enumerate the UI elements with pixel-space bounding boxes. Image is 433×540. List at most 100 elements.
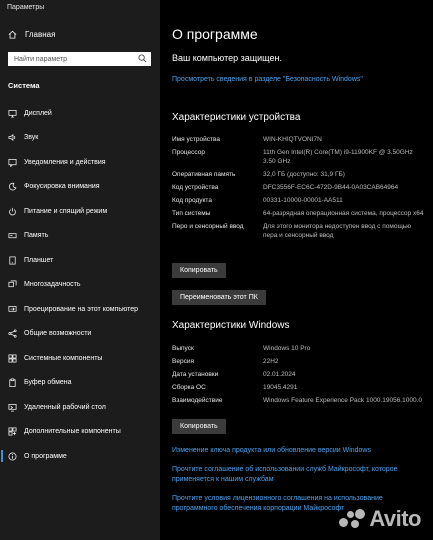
copy-device-specs-button[interactable]: Копировать xyxy=(172,263,226,278)
spec-key: Дата установки xyxy=(172,371,219,378)
sidebar-item-optional-features[interactable]: Дополнительные компоненты xyxy=(0,420,160,445)
sidebar-item-label: О программе xyxy=(24,452,67,460)
projecting-icon xyxy=(0,305,24,314)
home-label: Главная xyxy=(25,30,56,39)
spec-value: 22H2 xyxy=(263,358,279,365)
protection-status: Ваш компьютер защищен. xyxy=(172,53,282,63)
sidebar-item-label: Память xyxy=(24,232,49,240)
sidebar-item-sound[interactable]: Звук xyxy=(0,126,160,151)
device-specs-heading: Характеристики устройства xyxy=(172,112,301,123)
spec-row: Сборка ОС 19045.4291 xyxy=(172,383,427,392)
sidebar-item-system-components[interactable]: Системные компоненты xyxy=(0,346,160,371)
spec-value: Для этого монитора недоступен ввод с пом… xyxy=(263,223,412,239)
spec-value: 11th Gen Intel(R) Core(TM) i9-11900KF @ … xyxy=(263,149,413,165)
sidebar-item-remote-desktop[interactable]: Удаленный рабочий стол xyxy=(0,395,160,420)
sidebar-item-storage[interactable]: Память xyxy=(0,224,160,249)
spec-key: Имя устройства xyxy=(172,136,220,143)
device-specs-table: Имя устройства WIN-KHIQTVONI7N Процессор 11… xyxy=(172,135,427,244)
sidebar-item-label: Проецирование на этот компьютер xyxy=(24,305,138,313)
related-link[interactable]: Прочтите соглашение об использовании слу… xyxy=(172,465,422,485)
related-link[interactable]: Изменение ключа продукта или обновление … xyxy=(172,446,422,456)
spec-key: Перо и сенсорный ввод xyxy=(172,223,244,230)
sidebar-item-label: Многозадачность xyxy=(24,281,81,289)
spec-value: 00331-10000-00001-AA511 xyxy=(263,197,343,204)
sidebar-item-label: Уведомления и действия xyxy=(24,158,106,166)
spec-key: Оперативная память xyxy=(172,171,236,178)
sidebar-item-label: Дополнительные компоненты xyxy=(24,428,121,436)
spec-value: 19045.4291 xyxy=(263,384,298,391)
sidebar-item-label: Удаленный рабочий стол xyxy=(24,403,106,411)
spec-value: WIN-KHIQTVONI7N xyxy=(263,136,322,143)
sidebar-item-power[interactable]: Питание и спящий режим xyxy=(0,199,160,224)
spec-row: Код устройства DFC3556F-EC6C-472D-9B44-0A… xyxy=(172,183,427,192)
sidebar-item-label: Планшет xyxy=(24,256,54,264)
spec-key: Сборка ОС xyxy=(172,384,206,391)
sound-icon xyxy=(0,133,24,142)
spec-value: Windows Feature Experience Pack 1000.190… xyxy=(263,397,422,404)
spec-row: Оперативная память 32,0 ГБ (доступно: 31,… xyxy=(172,170,427,179)
avito-wordmark: Avito xyxy=(369,506,421,531)
copy-windows-specs-button[interactable]: Копировать xyxy=(172,419,226,434)
sidebar-item-focus-assist[interactable]: Фокусировка внимания xyxy=(0,175,160,200)
home-nav-item[interactable]: Главная xyxy=(8,30,55,39)
sidebar-item-label: Фокусировка внимания xyxy=(24,183,100,191)
spec-row: Выпуск Windows 10 Pro xyxy=(172,344,427,353)
sidebar-item-label: Питание и спящий режим xyxy=(24,207,108,215)
spec-row: Перо и сенсорный ввод Для этого монитора … xyxy=(172,222,427,240)
sidebar-item-clipboard[interactable]: Буфер обмена xyxy=(0,371,160,396)
about-icon xyxy=(0,452,24,461)
multitasking-icon xyxy=(0,280,24,289)
display-icon xyxy=(0,109,24,118)
spec-key: Код продукта xyxy=(172,197,212,204)
home-icon xyxy=(8,30,17,39)
sidebar-item-multitasking[interactable]: Многозадачность xyxy=(0,273,160,298)
sidebar-item-label: Буфер обмена xyxy=(24,379,72,387)
spec-row: Версия 22H2 xyxy=(172,357,427,366)
notifications-icon xyxy=(0,158,24,167)
spec-row: Тип системы 64-разрядная операционная сис… xyxy=(172,209,427,218)
sidebar-item-label: Звук xyxy=(24,134,39,142)
shared-experiences-icon xyxy=(0,329,24,338)
spec-key: Процессор xyxy=(172,149,205,156)
sidebar-item-tablet[interactable]: Планшет xyxy=(0,248,160,273)
avito-logo-icon xyxy=(339,509,366,529)
spec-value: 32,0 ГБ (доступно: 31,9 ГБ) xyxy=(263,171,345,178)
system-section-title: Система xyxy=(8,81,40,90)
spec-value: DFC3556F-EC6C-472D-9B44-0A03CAB64964 xyxy=(263,184,399,191)
spec-row: Взаимодействие Windows Feature Experience… xyxy=(172,396,427,405)
spec-row: Имя устройства WIN-KHIQTVONI7N xyxy=(172,135,427,144)
rename-pc-button[interactable]: Переименовать этот ПК xyxy=(172,290,266,305)
spec-value: Windows 10 Pro xyxy=(263,345,311,352)
search-input[interactable]: Найти параметр xyxy=(8,52,151,66)
page-title: О программе xyxy=(172,26,258,42)
sidebar-item-label: Дисплей xyxy=(24,109,52,117)
tablet-icon xyxy=(0,256,24,265)
spec-key: Код устройства xyxy=(172,184,219,191)
main-content: О программе Ваш компьютер защищен. Просм… xyxy=(160,0,433,540)
search-placeholder: Найти параметр xyxy=(14,55,67,63)
spec-row: Дата установки 02.01.2024 xyxy=(172,370,427,379)
spec-key: Тип системы xyxy=(172,210,211,217)
sidebar-item-label: Системные компоненты xyxy=(24,354,103,362)
sidebar-item-display[interactable]: Дисплей xyxy=(0,101,160,126)
window-title: Параметры xyxy=(7,4,45,11)
sidebar-item-projecting[interactable]: Проецирование на этот компьютер xyxy=(0,297,160,322)
search-icon[interactable] xyxy=(138,54,147,63)
sidebar-item-label: Общие возможности xyxy=(24,330,92,338)
remote-desktop-icon xyxy=(0,403,24,412)
sidebar-item-shared-experiences[interactable]: Общие возможности xyxy=(0,322,160,347)
spec-value: 02.01.2024 xyxy=(263,371,296,378)
sidebar-item-notifications[interactable]: Уведомления и действия xyxy=(0,150,160,175)
sidebar-nav: Дисплей Звук Уведомления и действия Фокусир… xyxy=(0,101,160,469)
spec-key: Взаимодействие xyxy=(172,397,223,404)
spec-row: Код продукта 00331-10000-00001-AA511 xyxy=(172,196,427,205)
system-components-icon xyxy=(0,354,24,363)
power-icon xyxy=(0,207,24,216)
spec-value: 64-разрядная операционная система, проце… xyxy=(263,210,424,217)
sidebar-item-about[interactable]: О программе xyxy=(0,444,160,469)
windows-specs-table: Выпуск Windows 10 Pro Версия 22H2 Дата устан… xyxy=(172,344,427,409)
security-link[interactable]: Просмотреть сведения в разделе "Безопасн… xyxy=(172,75,372,85)
windows-specs-heading: Характеристики Windows xyxy=(172,320,290,331)
focus-assist-icon xyxy=(0,182,24,191)
spec-key: Версия xyxy=(172,358,194,365)
